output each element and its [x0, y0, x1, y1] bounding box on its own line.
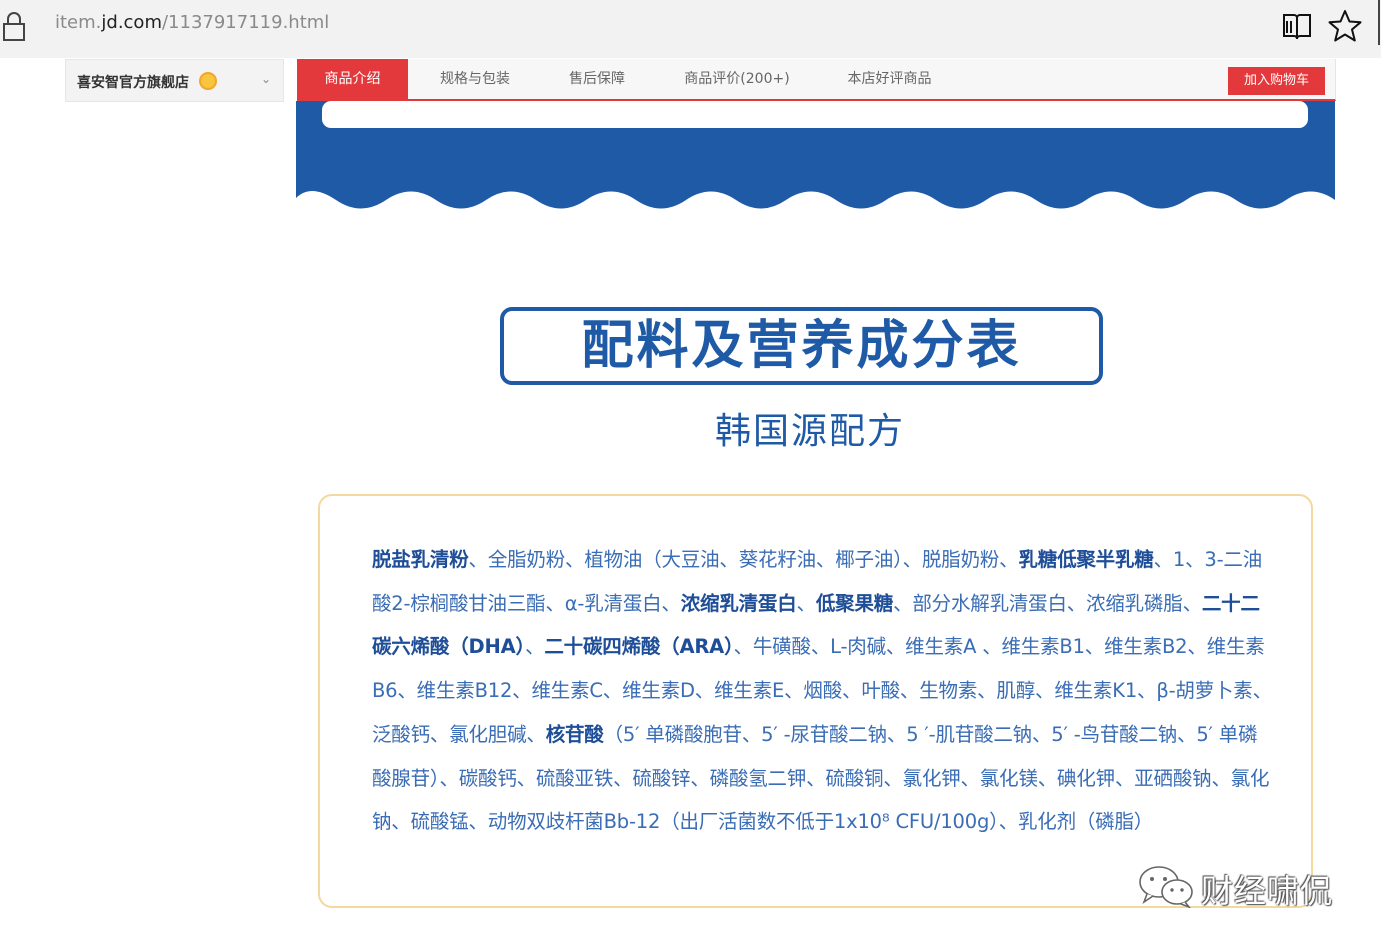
scrollbar[interactable]: [1378, 0, 1380, 45]
reading-view-icon[interactable]: [1281, 12, 1313, 42]
store-name: 喜安智官方旗舰店: [77, 75, 189, 91]
highlighted-ingredient: 核苷酸: [545, 722, 604, 746]
subtitle: 韩国源配方: [714, 411, 905, 452]
highlighted-ingredient: 浓缩乳清蛋白: [680, 591, 797, 615]
wechat-watermark: 财经啸侃: [1135, 864, 1345, 910]
watermark-text: 财经啸侃: [1201, 872, 1334, 910]
product-tab-bar: 商品介绍 规格与包装 售后保障 商品评价(200+) 本店好评商品 加入购物车: [297, 59, 1336, 101]
nutrition-title-box: 配料及营养成分表: [500, 307, 1103, 385]
url-path: /1137917119.html: [161, 12, 330, 33]
tab-specs-packaging[interactable]: 规格与包装: [419, 59, 531, 99]
browser-toolbar: item.jd.com/1137917119.html: [0, 0, 1381, 58]
tab-store-top-rated[interactable]: 本店好评商品: [832, 59, 947, 99]
highlighted-ingredient: 低聚果糖: [815, 591, 894, 615]
wechat-icon: [1139, 866, 1193, 908]
ingredient-text: 、: [796, 591, 817, 615]
wave-banner: [296, 101, 1335, 209]
tab-product-intro[interactable]: 商品介绍: [297, 59, 408, 99]
ingredients-text: 脱盐乳清粉、全脂奶粉、植物油（大豆油、葵花籽油、椰子油）、脱脂奶粉、乳糖低聚半乳…: [372, 538, 1272, 844]
url-domain: jd.com: [101, 12, 162, 33]
address-bar[interactable]: item.jd.com/1137917119.html: [55, 12, 329, 33]
highlighted-ingredient: 乳糖低聚半乳糖: [1018, 548, 1154, 571]
highlighted-ingredient: 脱盐乳清粉: [372, 548, 469, 571]
add-to-cart-button[interactable]: 加入购物车: [1228, 67, 1325, 95]
url-prefix: item.: [55, 12, 102, 33]
tab-after-sales[interactable]: 售后保障: [547, 59, 647, 99]
chevron-down-icon[interactable]: ⌄: [261, 72, 271, 86]
tab-reviews[interactable]: 商品评价(200+): [672, 59, 802, 99]
ingredient-text: 、部分水解乳清蛋白、浓缩乳磷脂、: [893, 591, 1202, 615]
favorite-star-icon[interactable]: [1328, 9, 1362, 43]
store-badge-icon: [199, 72, 217, 90]
ingredients-card: 脱盐乳清粉、全脂奶粉、植物油（大豆油、葵花籽油、椰子油）、脱脂奶粉、乳糖低聚半乳…: [318, 494, 1313, 908]
highlighted-ingredient: 二十碳四烯酸（ARA）: [544, 635, 734, 659]
lock-icon: [3, 12, 25, 41]
ingredient-text: 、全脂奶粉、植物油（大豆油、葵花籽油、椰子油）、脱脂奶粉、: [468, 548, 1019, 571]
page-title: 配料及营养成分表: [581, 316, 1022, 376]
ingredient-text: 、: [525, 635, 545, 659]
store-selector[interactable]: 喜安智官方旗舰店 ⌄: [65, 59, 284, 102]
